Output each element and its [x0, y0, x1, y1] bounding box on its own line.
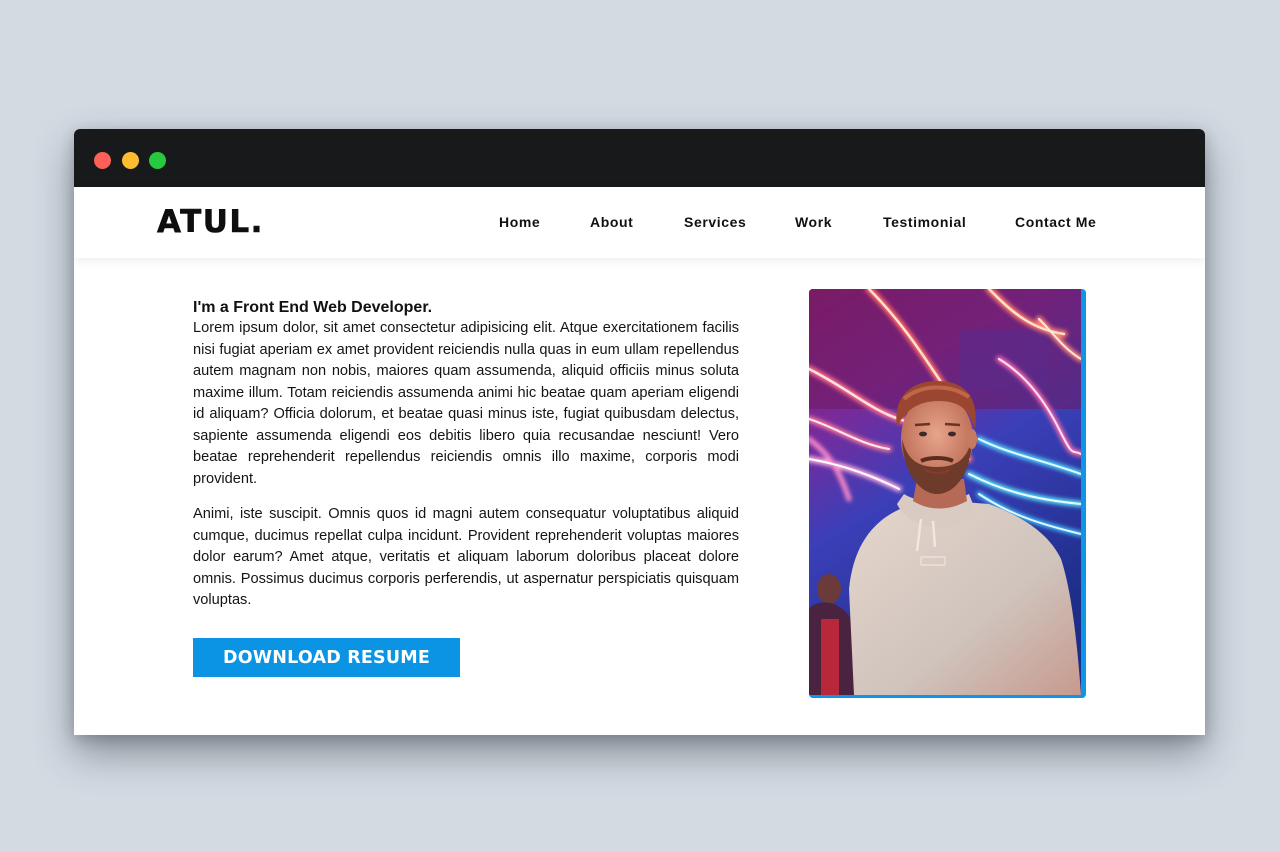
browser-window: ATUL. Home About Services Work Testimoni… [74, 129, 1205, 735]
nav-about[interactable]: About [590, 214, 633, 230]
profile-photo [809, 289, 1086, 698]
nav-services[interactable]: Services [684, 214, 746, 230]
hero-paragraph: Lorem ipsum dolor, sit amet consectetur … [193, 320, 739, 487]
hero-paragraph: Animi, iste suscipit. Omnis quos id magn… [193, 506, 739, 608]
hero-headline: I'm a Front End Web Developer. [193, 299, 433, 316]
hero-text: I'm a Front End Web Developer. Lorem ips… [193, 299, 739, 612]
window-titlebar [74, 129, 1205, 187]
nav-testimonial[interactable]: Testimonial [883, 214, 966, 230]
download-resume-button[interactable]: DOWNLOAD RESUME [193, 638, 460, 677]
main-nav: Home About Services Work Testimonial Con… [74, 214, 1205, 234]
minimize-window-button[interactable] [122, 152, 139, 169]
nav-contact-me[interactable]: Contact Me [1015, 214, 1096, 230]
close-window-button[interactable] [94, 152, 111, 169]
portrait-image [809, 289, 1081, 695]
site-header: ATUL. Home About Services Work Testimoni… [74, 187, 1205, 258]
maximize-window-button[interactable] [149, 152, 166, 169]
nav-home[interactable]: Home [499, 214, 540, 230]
nav-work[interactable]: Work [795, 214, 832, 230]
hero-section: I'm a Front End Web Developer. Lorem ips… [74, 258, 1205, 735]
